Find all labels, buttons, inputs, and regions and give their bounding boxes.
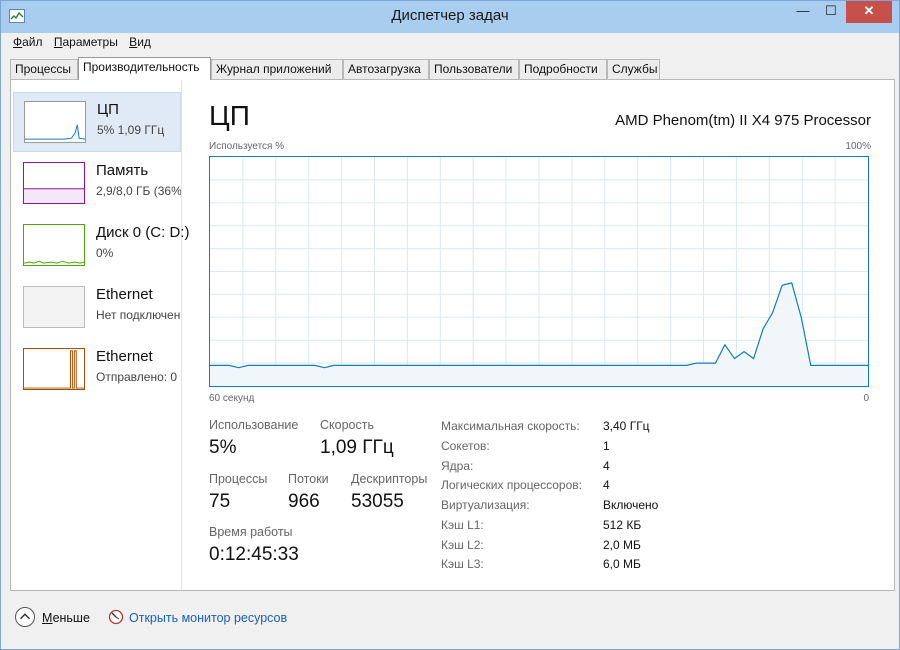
- page-title: ЦП: [209, 100, 250, 131]
- spec-value: 4: [603, 478, 610, 492]
- spec-label: Ядра:: [441, 459, 474, 473]
- sidebar-item-detail: Нет подключения: [96, 308, 181, 322]
- performance-panel: ЦП 5% 1,09 ГГц Память 2,9/8,0 ГБ (36%) Д…: [10, 79, 895, 591]
- task-manager-window: Диспетчер задач — ☐ ✕ Файл Параметры Вид…: [0, 0, 900, 650]
- sidebar-item-detail: 2,9/8,0 ГБ (36%): [96, 184, 181, 198]
- minimize-button[interactable]: —: [789, 1, 817, 23]
- sidebar-item-ethernet-1[interactable]: Ethernet Нет подключения: [13, 278, 181, 338]
- sidebar-item-label: ЦП: [97, 101, 119, 118]
- spec-label: Максимальная скорость:: [441, 419, 580, 433]
- ethernet-thumbnail-graph: [23, 348, 85, 390]
- speed-label: Скорость: [320, 418, 374, 432]
- memory-thumbnail-graph: [23, 162, 85, 204]
- sidebar-item-detail: Отправлено: 0 Получено: 0 Кбит/с: [96, 370, 181, 384]
- spec-value: 2,0 МБ: [603, 538, 641, 552]
- footer-bar: Меньше Открыть монитор ресурсов: [15, 607, 415, 631]
- ethernet-thumbnail-graph: [23, 286, 85, 328]
- spec-value: 512 КБ: [603, 518, 642, 532]
- spec-value: 4: [603, 459, 610, 473]
- spec-label: Логических процессоров:: [441, 478, 582, 492]
- handles-label: Дескрипторы: [351, 472, 428, 486]
- graph-x-left-label: 60 секунд: [209, 393, 255, 404]
- sidebar-item-label: Диск 0 (C: D:): [96, 224, 190, 241]
- graph-y-max-label: 100%: [845, 141, 871, 152]
- spec-value: Включено: [603, 498, 659, 512]
- maximize-button[interactable]: ☐: [817, 1, 845, 23]
- close-button[interactable]: ✕: [846, 1, 892, 23]
- resource-sidebar: ЦП 5% 1,09 ГГц Память 2,9/8,0 ГБ (36%) Д…: [11, 80, 189, 590]
- sidebar-item-cpu[interactable]: ЦП 5% 1,09 ГГц: [13, 92, 181, 152]
- spec-value: 1: [603, 439, 610, 453]
- spec-label: Кэш L2:: [441, 538, 484, 552]
- processes-value: 75: [209, 491, 231, 512]
- tab-performance[interactable]: Производительность: [78, 57, 211, 80]
- sidebar-item-label: Память: [96, 162, 149, 179]
- processor-name: AMD Phenom(tm) II X4 975 Processor: [615, 112, 871, 129]
- threads-label: Потоки: [288, 472, 329, 486]
- processes-label: Процессы: [209, 472, 268, 486]
- spec-value: 6,0 МБ: [603, 557, 641, 571]
- uptime-value: 0:12:45:33: [209, 544, 299, 565]
- tab-users[interactable]: Пользователи: [429, 59, 519, 79]
- sidebar-item-detail: 5% 1,09 ГГц: [97, 123, 165, 137]
- open-resource-monitor-link[interactable]: Открыть монитор ресурсов: [129, 611, 287, 625]
- spec-value: 3,40 ГГц: [603, 419, 650, 433]
- resource-monitor-icon: [108, 609, 124, 625]
- tab-details[interactable]: Подробности: [519, 59, 607, 79]
- tab-processes[interactable]: Процессы: [10, 59, 78, 79]
- tab-services[interactable]: Службы: [607, 59, 660, 79]
- sidebar-item-disk[interactable]: Диск 0 (C: D:) 0%: [13, 216, 189, 276]
- spec-label: Кэш L1:: [441, 518, 484, 532]
- title-bar[interactable]: Диспетчер задач — ☐ ✕: [1, 1, 899, 33]
- sidebar-item-ethernet-2[interactable]: Ethernet Отправлено: 0 Получено: 0 Кбит/…: [13, 340, 181, 400]
- graph-y-label: Используется %: [209, 141, 285, 152]
- cpu-thumbnail-graph: [24, 101, 86, 143]
- sidebar-item-memory[interactable]: Память 2,9/8,0 ГБ (36%): [13, 154, 181, 214]
- tab-app-history[interactable]: Журнал приложений: [211, 59, 343, 79]
- sidebar-item-label: Ethernet: [96, 348, 153, 365]
- menu-file[interactable]: Файл: [13, 35, 43, 49]
- usage-value: 5%: [209, 437, 237, 458]
- menu-view[interactable]: Вид: [129, 35, 151, 49]
- collapse-details-button[interactable]: [15, 607, 35, 627]
- handles-value: 53055: [351, 491, 404, 512]
- tab-startup[interactable]: Автозагрузка: [343, 59, 429, 79]
- cpu-usage-graph: [209, 156, 869, 387]
- threads-value: 966: [288, 491, 320, 512]
- spec-label: Виртуализация:: [441, 498, 530, 512]
- usage-label: Использование: [209, 418, 299, 432]
- menu-bar: Файл Параметры Вид: [13, 35, 159, 53]
- sidebar-item-label: Ethernet: [96, 286, 153, 303]
- speed-value: 1,09 ГГц: [320, 437, 394, 458]
- sidebar-item-detail: 0%: [96, 246, 114, 260]
- cpu-detail-pane: ЦП AMD Phenom(tm) II X4 975 Processor Ис…: [209, 80, 879, 590]
- menu-options[interactable]: Параметры: [54, 35, 118, 49]
- graph-x-right-label: 0: [863, 393, 869, 404]
- window-title: Диспетчер задач: [391, 7, 509, 24]
- less-details-label[interactable]: Меньше: [42, 611, 90, 625]
- spec-label: Сокетов:: [441, 439, 490, 453]
- disk-thumbnail-graph: [23, 224, 85, 266]
- spec-label: Кэш L3:: [441, 557, 484, 571]
- uptime-label: Время работы: [209, 525, 293, 539]
